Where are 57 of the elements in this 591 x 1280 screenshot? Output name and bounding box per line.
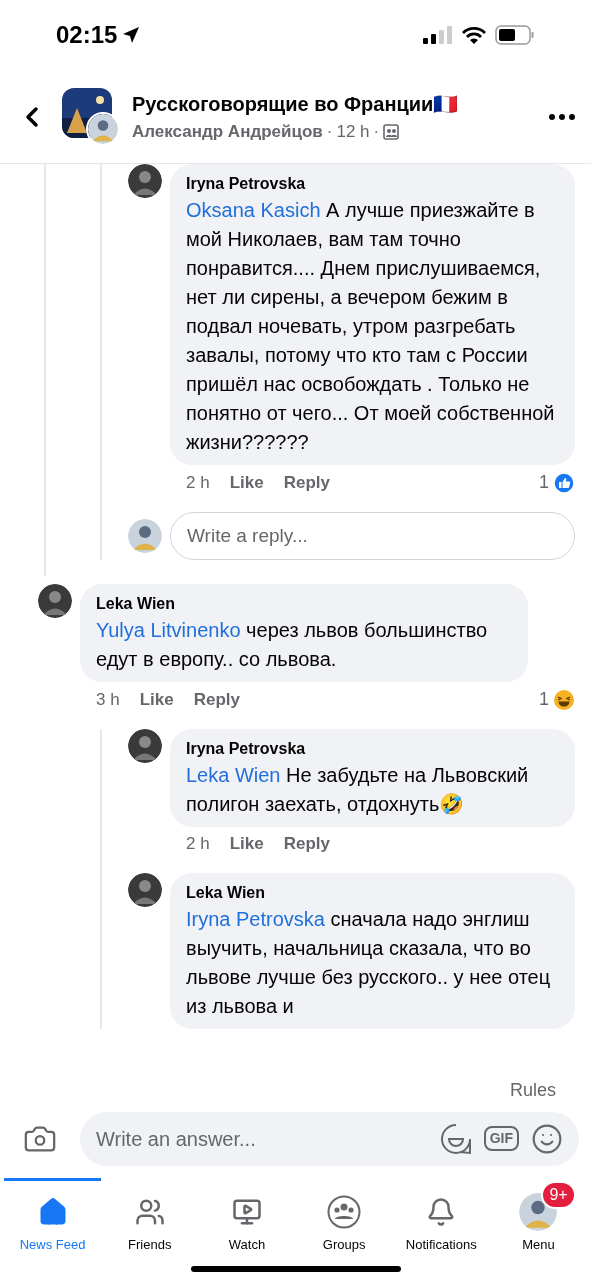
avatar [128,164,162,198]
comment-text: Yulya Litvinenko через львов большинство едут в европу.. со львова. [96,618,489,672]
wifi-icon [461,26,487,44]
location-arrow-icon [121,25,142,45]
rules-link[interactable]: Rules [509,1076,556,1104]
gif-button[interactable]: GIF [483,1126,519,1151]
avatar [38,584,72,618]
mention-link[interactable]: Iryna Petrovska [186,907,325,930]
reply-input-field[interactable]: Write a reply... [170,512,575,560]
comment-author: Iryna Petrovska [186,739,307,759]
comment-time: 3 h [96,688,120,711]
reaction-count: 1 [539,471,549,494]
mention-link[interactable]: Leka Wien [186,764,281,786]
emoji-icon [531,1122,563,1155]
more-icon [549,113,575,120]
signal-icon [423,26,453,44]
answer-field[interactable]: Write an answer... GIF [80,1111,579,1166]
comment-text: Leka Wien Не забудьте на Львовский полигон заехать, отдохнуть🤣 [186,763,530,817]
more-options-button[interactable] [549,113,575,120]
tab-bar-item[interactable]: News Feed [4,1177,102,1254]
mention-link[interactable]: Yulya Litvinenko [96,619,241,641]
post-author: Александр Андрейцов [132,120,323,143]
reaction-count: 1 [539,688,549,711]
tab-bar-item[interactable]: 9+ Menu [489,1177,588,1254]
sticker-icon [439,1122,472,1155]
comment-action[interactable]: Reply [283,831,330,857]
comment-text: Oksana Kasich А лучше приезжайте в мой Николаев, вам там точно понравится.... Днем прислушиваемся, нет ли сирены, а вечером бежим в подвал ночевать, утром разгребать завалы, потому что кто там с России пришёл нас освобождать . Только не понятно от чего... От моей собственной жизни?????? [186,198,556,455]
battery-icon [495,25,535,45]
comment-action[interactable]: Like [139,686,174,713]
avatar [128,872,162,907]
avatar [88,113,118,144]
tab-bar-item[interactable]: Watch [198,1177,296,1254]
comment-author: Leka Wien [186,882,266,903]
avatar [128,519,162,553]
post-time: 12 h [336,120,370,143]
comment-time: 2 h [186,471,210,494]
comment-action[interactable]: Like [229,831,264,857]
comment-author: Leka Wien [96,594,176,614]
tab-bar-item[interactable]: Groups [295,1177,393,1254]
groups-icon [327,1194,362,1229]
group-privacy-icon [383,123,400,140]
avatar [128,729,162,763]
comment-action[interactable]: Reply [193,686,240,713]
notification-badge: 9+ [541,1180,576,1209]
tab-bar-item[interactable]: Notifications [392,1177,490,1254]
tab-bar-item[interactable]: Friends [101,1177,199,1254]
group-title: Русскоговорящие во Франции🇫🇷 [132,91,460,117]
comment-text: Iryna Petrovska сначала надо энглиш выучить, начальница сказала, что во львове лучше без русского.. у нее отец из львова и [186,906,552,1019]
separator-dot: · [326,120,333,143]
status-time: 02:15 [56,20,118,50]
mention-link[interactable]: Oksana Kasich [186,199,321,221]
comment-author: Iryna Petrovska [186,174,307,194]
separator-dot: · [373,120,380,143]
comment-action[interactable]: Like [229,469,264,496]
home-icon [37,1196,68,1227]
comment-time: 2 h [186,833,210,855]
comment-action[interactable]: Reply [283,469,330,496]
